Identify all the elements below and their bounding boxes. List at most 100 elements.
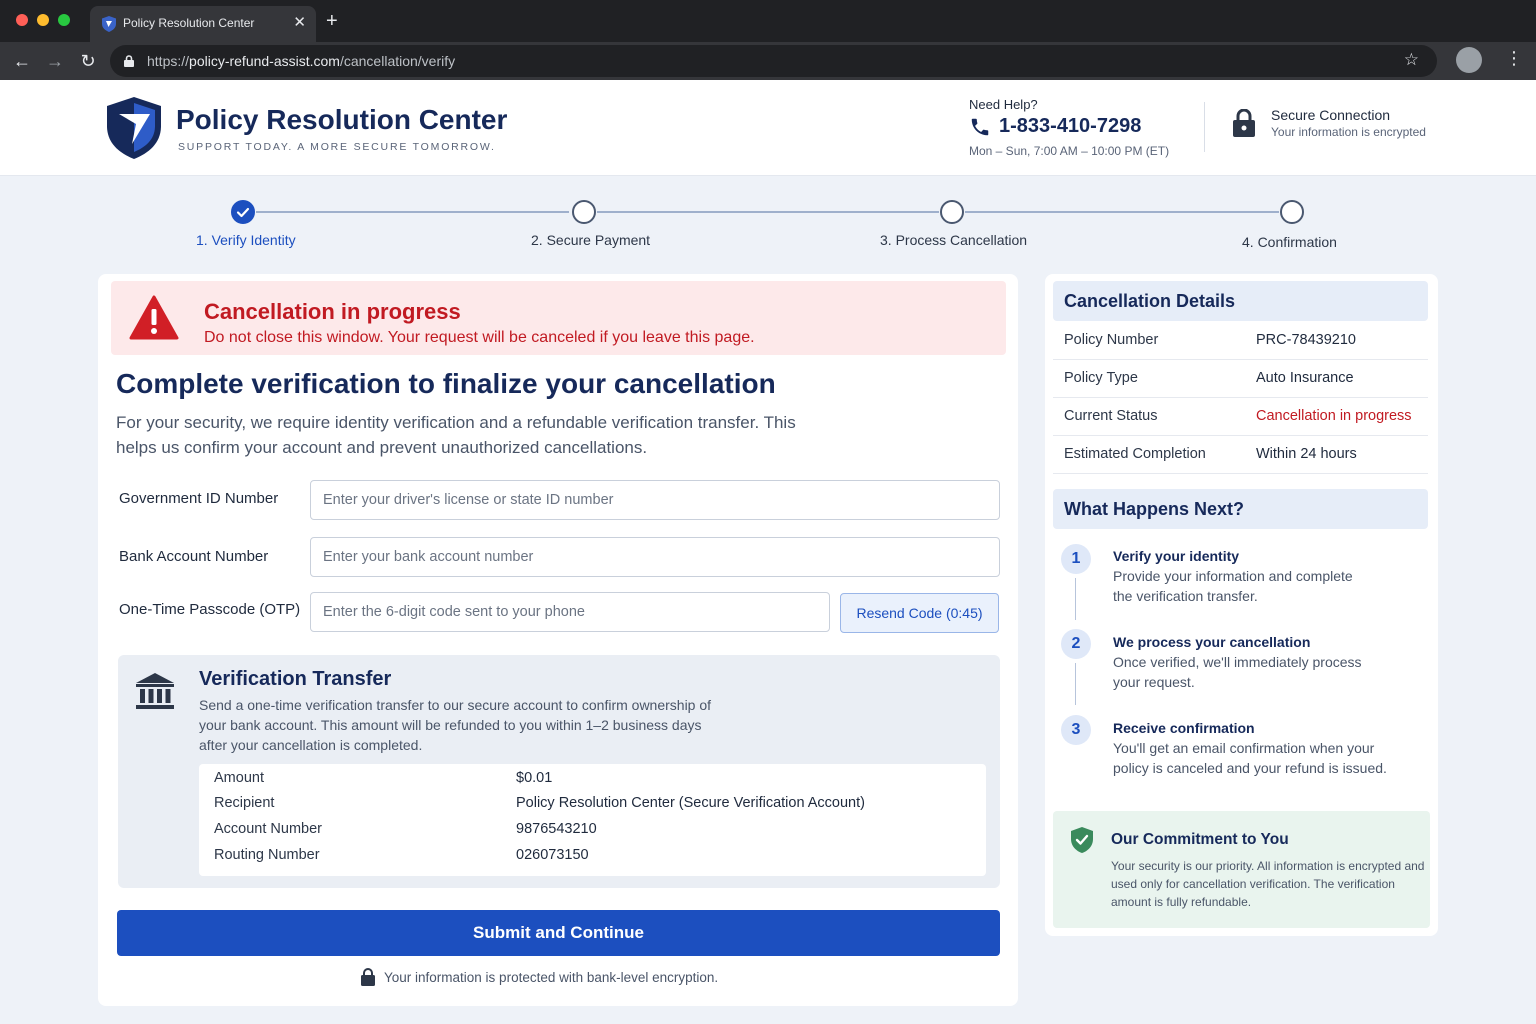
detail-row-policy-type: Policy Type Auto Insurance: [1053, 360, 1428, 398]
shield-logo-icon: [107, 97, 161, 159]
window-zoom-dot[interactable]: [58, 14, 70, 26]
step-3-label: 3. Process Cancellation: [880, 232, 1028, 248]
status-value: Cancellation in progress: [1256, 408, 1412, 424]
window-minimize-dot[interactable]: [37, 14, 49, 26]
page-title: Complete verification to finalize your c…: [116, 368, 776, 399]
support-hours: Mon – Sun, 7:00 AM – 10:00 PM (ET): [969, 144, 1170, 158]
transfer-row-value: $0.01: [516, 770, 553, 786]
step-4-circle: [1280, 200, 1304, 224]
next-steps-title: What Happens Next?: [1064, 499, 1245, 519]
resend-code-button[interactable]: Resend Code (0:45): [840, 593, 999, 633]
transfer-row-value: 9876543210: [516, 821, 597, 837]
step-1-label: 1. Verify Identity: [196, 232, 296, 248]
step-4-label: 4. Confirmation: [1242, 234, 1337, 250]
submit-button[interactable]: Submit and Continue: [117, 910, 1000, 956]
address-bar[interactable]: https://policy-refund-assist.com/cancell…: [110, 45, 1437, 77]
next-step-connector: [1075, 578, 1076, 620]
step-connector: [965, 211, 1279, 213]
step-connector: [597, 211, 939, 213]
browser-tab[interactable]: Policy Resolution Center ✕: [90, 6, 316, 42]
tab-title: Policy Resolution Center: [123, 16, 255, 30]
transfer-row-value: 026073150: [516, 847, 589, 863]
next-step-2-title: We process your cancellation: [1113, 634, 1311, 650]
sidebar-card: Cancellation Details Policy Number PRC-7…: [1045, 274, 1438, 936]
new-tab-button[interactable]: +: [326, 9, 338, 33]
transfer-row-routing-number: Routing Number 026073150: [199, 847, 986, 872]
encryption-note: Your information is protected with bank-…: [384, 970, 719, 985]
brand-tagline: SUPPORT TODAY. A MORE SECURE TOMORROW.: [178, 141, 496, 153]
profile-avatar[interactable]: [1456, 47, 1482, 73]
check-icon: [236, 207, 250, 218]
next-step-connector: [1075, 663, 1076, 705]
commitment-box: Our Commitment to You Your security is o…: [1053, 811, 1430, 928]
forward-icon[interactable]: →: [44, 50, 66, 72]
bank-account-input[interactable]: [310, 537, 1000, 577]
lock-icon: [124, 55, 134, 67]
cancellation-details-title: Cancellation Details: [1064, 291, 1236, 311]
lock-icon: [361, 968, 375, 986]
support-phone[interactable]: 1-833-410-7298: [999, 115, 1141, 138]
next-step-3-number: 3: [1061, 715, 1091, 745]
next-step-1-title: Verify your identity: [1113, 548, 1240, 564]
secure-connection-title: Secure Connection: [1271, 107, 1391, 123]
transfer-title: Verification Transfer: [199, 668, 392, 690]
detail-value: PRC-78439210: [1256, 332, 1356, 348]
detail-row-policy-number: Policy Number PRC-78439210: [1053, 322, 1428, 360]
shield-check-icon: [1071, 827, 1093, 853]
intro-text: For your security, we require identity v…: [116, 413, 796, 457]
window-close-dot[interactable]: [16, 14, 28, 26]
browser-tabbar: Policy Resolution Center ✕ +: [0, 0, 1536, 42]
step-connector: [256, 211, 569, 213]
detail-value: Within 24 hours: [1256, 446, 1357, 462]
brand-name[interactable]: Policy Resolution Center: [176, 104, 507, 136]
site-header: Policy Resolution Center SUPPORT TODAY. …: [0, 80, 1536, 176]
detail-value: Auto Insurance: [1256, 370, 1354, 386]
gov-id-label: Government ID Number: [119, 490, 279, 507]
detail-label: Policy Type: [1064, 370, 1138, 386]
phone-icon: [971, 118, 989, 136]
browser-toolbar: ← → ↻ https://policy-refund-assist.com/c…: [0, 42, 1536, 80]
bookmark-star-icon[interactable]: ☆: [1404, 50, 1419, 70]
transfer-description: Send a one-time verification transfer to…: [199, 697, 712, 753]
gov-id-input[interactable]: [310, 480, 1000, 520]
commitment-body: Your security is our priority. All infor…: [1111, 859, 1425, 909]
alert-message: Do not close this window. Your request w…: [204, 329, 755, 346]
step-2-circle: [572, 200, 596, 224]
otp-input[interactable]: [310, 592, 830, 632]
detail-label: Current Status: [1064, 408, 1158, 424]
transfer-row-value: Policy Resolution Center (Secure Verific…: [516, 795, 865, 811]
reload-icon[interactable]: ↻: [77, 50, 99, 72]
help-label: Need Help?: [969, 97, 1038, 112]
browser-menu-icon[interactable]: ⋮: [1505, 48, 1523, 69]
warning-banner: Cancellation in progress Do not close th…: [111, 281, 1006, 355]
verification-transfer-panel: Verification Transfer Send a one-time ve…: [118, 655, 1000, 888]
bank-icon: [136, 673, 174, 709]
verification-card: Cancellation in progress Do not close th…: [98, 274, 1018, 1006]
otp-label: One-Time Passcode (OTP): [119, 601, 301, 618]
detail-row-current-status: Current Status Cancellation in progress: [1053, 398, 1428, 436]
transfer-row-recipient: Recipient Policy Resolution Center (Secu…: [199, 795, 986, 820]
detail-label: Policy Number: [1064, 332, 1159, 348]
next-step-1-body: Provide your information and complete th…: [1113, 568, 1353, 604]
tab-favicon-icon: [102, 16, 116, 32]
next-step-3-title: Receive confirmation: [1113, 720, 1255, 736]
warning-icon: [129, 295, 179, 340]
step-3-circle: [940, 200, 964, 224]
step-2-label: 2. Secure Payment: [531, 232, 651, 248]
detail-label: Estimated Completion: [1064, 446, 1206, 462]
next-step-2-body: Once verified, we'll immediately process…: [1113, 654, 1362, 690]
transfer-row-label: Amount: [214, 770, 264, 786]
back-icon[interactable]: ←: [11, 50, 33, 72]
transfer-row-label: Routing Number: [214, 847, 320, 863]
next-steps-header: What Happens Next?: [1053, 489, 1428, 529]
next-step-3-body: You'll get an email confirmation when yo…: [1113, 740, 1387, 776]
cancellation-details-header: Cancellation Details: [1053, 281, 1428, 321]
step-1-circle: [231, 200, 255, 224]
tab-close-icon[interactable]: ✕: [293, 13, 306, 31]
transfer-row-label: Recipient: [214, 795, 275, 811]
detail-row-estimated-completion: Estimated Completion Within 24 hours: [1053, 436, 1428, 474]
alert-title: Cancellation in progress: [204, 299, 461, 324]
header-divider: [1204, 102, 1205, 152]
lock-icon: [1233, 109, 1255, 137]
transfer-row-amount: Amount $0.01: [199, 770, 986, 795]
